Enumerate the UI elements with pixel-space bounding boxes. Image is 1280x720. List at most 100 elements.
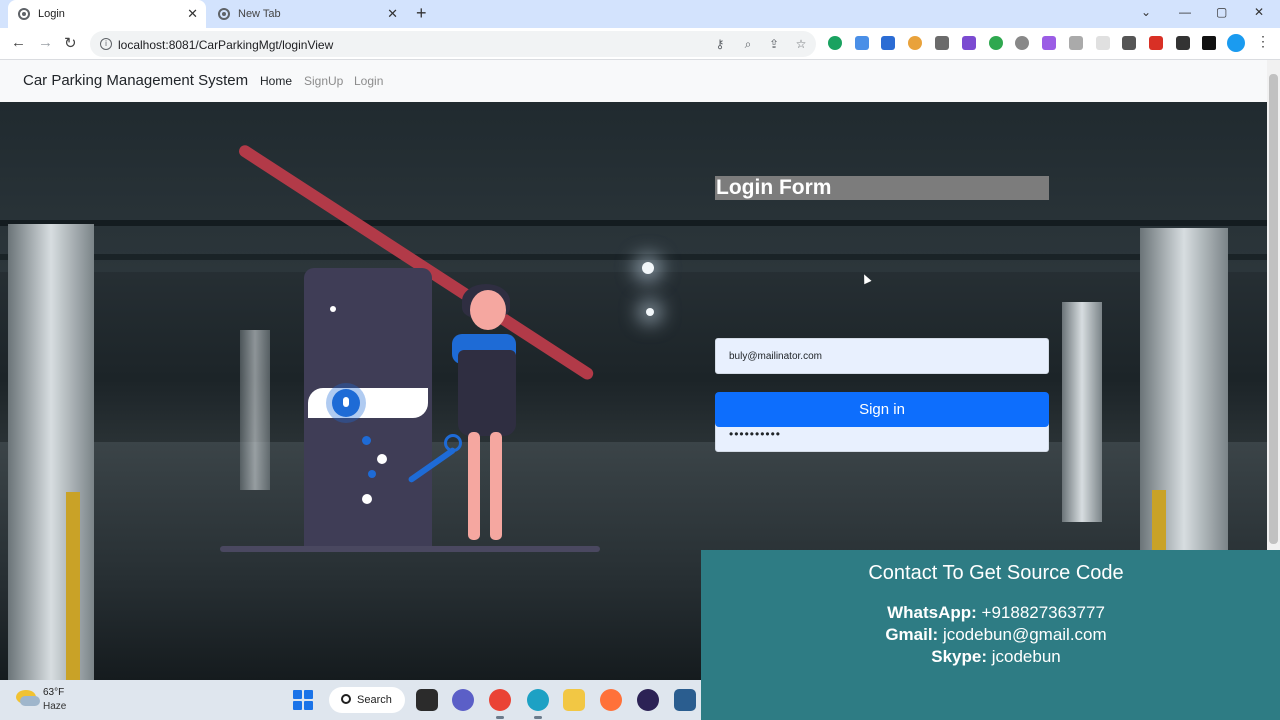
taskbar-search[interactable]: Search [329, 687, 405, 713]
email-field[interactable] [715, 338, 1049, 374]
star-icon[interactable]: ☆ [793, 36, 809, 52]
task-view-icon[interactable] [416, 689, 438, 711]
keyring-icon [444, 434, 462, 452]
color-extension-icon[interactable] [908, 36, 922, 50]
site-brand[interactable]: Car Parking Management System [23, 72, 248, 89]
skype-value: jcodebun [991, 647, 1061, 666]
contact-title: Contact To Get Source Code [868, 562, 1124, 584]
weather-temperature[interactable]: 63°F [43, 687, 64, 698]
windows-start-icon[interactable] [293, 690, 313, 710]
key-icon[interactable]: ⚷ [712, 36, 728, 52]
site-info-icon[interactable]: i [100, 38, 112, 50]
active-indicator [496, 716, 504, 719]
skype-label: Skype: [931, 647, 987, 666]
tab-new-tab[interactable]: New Tab ✕ [208, 0, 406, 28]
active-indicator [534, 716, 542, 719]
pillar [8, 224, 94, 680]
dot [330, 306, 336, 312]
contact-skype: Skype: jcodebun [701, 647, 1280, 667]
girl-leg [468, 432, 480, 540]
contact-whatsapp: WhatsApp: +918827363777 [701, 603, 1280, 623]
ground-line [220, 546, 600, 552]
profile-avatar[interactable] [1227, 34, 1245, 52]
blank-extension-icon[interactable] [1096, 36, 1110, 50]
file-explorer-icon[interactable] [563, 689, 585, 711]
nav-link-home[interactable]: Home [260, 74, 292, 88]
address-bar[interactable]: i localhost:8081/CarParkingMgt/loginView… [90, 31, 816, 57]
gmail-value: jcodebun@gmail.com [942, 625, 1107, 644]
whatsapp-label: WhatsApp: [887, 603, 977, 622]
ceiling-light [646, 308, 654, 316]
chrome-taskbar-icon[interactable] [489, 689, 511, 711]
browser-toolbar: ← → ↻ i localhost:8081/CarParkingMgt/log… [0, 28, 1280, 60]
sign-in-button[interactable]: Sign in [715, 392, 1049, 427]
gmail-label: Gmail: [885, 625, 939, 644]
green-extension-icon[interactable] [989, 36, 1003, 50]
globe-icon [18, 8, 30, 20]
zoom-icon[interactable]: ⌕ [740, 36, 756, 52]
firefox-icon[interactable] [600, 689, 622, 711]
c-extension-icon[interactable] [1122, 36, 1136, 50]
reload-icon[interactable]: ↻ [64, 34, 77, 52]
login-form-title: Login Form [715, 176, 1049, 200]
chrome-icon [218, 8, 230, 20]
app-icon[interactable] [674, 689, 696, 711]
close-tab-icon[interactable]: ✕ [387, 6, 398, 22]
lab-extension-icon[interactable] [962, 36, 976, 50]
sidepanel-icon[interactable] [1202, 36, 1216, 50]
tab-search-icon[interactable]: ⌄ [1141, 5, 1151, 19]
ceiling-beam [0, 254, 1267, 260]
pillar [240, 330, 270, 490]
yellow-stripe [66, 492, 80, 680]
girl-leg [490, 432, 502, 540]
new-tab-button[interactable]: + [416, 4, 427, 22]
csp-extension-icon[interactable] [1149, 36, 1163, 50]
download-extension-icon[interactable] [855, 36, 869, 50]
image-extension-icon[interactable] [1069, 36, 1083, 50]
dot [362, 436, 371, 445]
taskbar-search-label: Search [357, 694, 392, 706]
chat-icon[interactable] [452, 689, 474, 711]
dot [362, 494, 372, 504]
pen-extension-icon[interactable] [1042, 36, 1056, 50]
block-extension-icon[interactable] [1015, 36, 1029, 50]
nav-link-signup[interactable]: SignUp [304, 74, 343, 88]
windows-taskbar: 63°F Haze Search [0, 680, 701, 720]
camera-extension-icon[interactable] [935, 36, 949, 50]
minimize-button[interactable]: — [1179, 5, 1191, 19]
girl-dress [458, 350, 516, 436]
contact-banner: Contact To Get Source Code WhatsApp: +91… [701, 550, 1280, 720]
close-tab-icon[interactable]: ✕ [187, 6, 198, 22]
tab-label: Login [38, 8, 65, 20]
edge-icon[interactable] [527, 689, 549, 711]
url-text[interactable]: localhost:8081/CarParkingMgt/loginView [118, 38, 333, 52]
maximize-button[interactable]: ▢ [1216, 5, 1227, 19]
share-icon[interactable]: ⇪ [766, 36, 782, 52]
tab-label: New Tab [238, 8, 281, 20]
eclipse-icon[interactable] [637, 689, 659, 711]
ceiling [0, 102, 1267, 272]
font-extension-icon[interactable] [881, 36, 895, 50]
close-window-button[interactable]: ✕ [1254, 5, 1264, 19]
site-navbar: Car Parking Management System Home SignU… [0, 60, 1267, 102]
back-arrow-icon[interactable]: ← [11, 34, 26, 51]
nav-link-login[interactable]: Login [354, 74, 383, 88]
weather-haze-icon[interactable] [16, 690, 40, 706]
lock-icon [332, 389, 360, 417]
ceiling-beam [0, 220, 1267, 226]
unlock-slider-illustration [308, 388, 428, 418]
forward-arrow-icon[interactable]: → [38, 34, 53, 51]
scrollbar-thumb[interactable] [1269, 74, 1278, 544]
tab-login[interactable]: Login ✕ [8, 0, 206, 28]
search-icon [341, 694, 351, 704]
girl-head [470, 290, 506, 330]
browser-tab-strip: Login ✕ New Tab ✕ + ⌄ — ▢ ✕ [0, 0, 1280, 28]
grammarly-extension-icon[interactable] [828, 36, 842, 50]
pillar [1062, 302, 1102, 522]
weather-condition[interactable]: Haze [43, 701, 66, 712]
whatsapp-value: +918827363777 [981, 603, 1105, 622]
ceiling-light [642, 262, 654, 274]
dot [368, 470, 376, 478]
puzzle-icon[interactable] [1176, 36, 1190, 50]
menu-icon[interactable]: ⋮ [1256, 33, 1270, 50]
